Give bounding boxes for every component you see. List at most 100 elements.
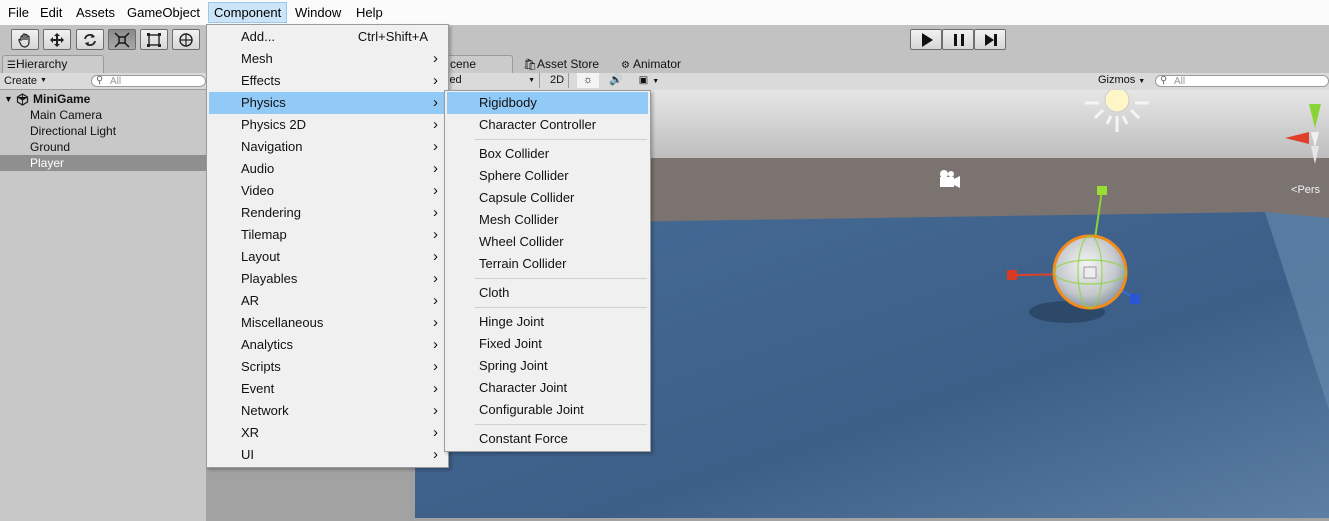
menu-item-configurable-joint[interactable]: Configurable Joint <box>447 399 648 421</box>
scene-root-row[interactable]: ▼ MiniGame <box>0 91 206 107</box>
menu-item-label: Video <box>241 183 275 198</box>
tab-scene[interactable]: cene <box>445 55 513 73</box>
menu-item-video[interactable]: Video › <box>209 180 446 202</box>
lighting-toggle-button[interactable]: ☼ <box>577 73 599 88</box>
menu-item-terrain-collider[interactable]: Terrain Collider <box>447 253 648 275</box>
rect-tool-button[interactable] <box>140 29 168 50</box>
menu-item-constant-force[interactable]: Constant Force <box>447 428 648 450</box>
chevron-right-icon: › <box>433 358 438 375</box>
move-tool-button[interactable] <box>43 29 71 50</box>
menu-item-label: Layout <box>241 249 281 264</box>
list-item-selected[interactable]: Player <box>0 155 206 171</box>
unity-scene-icon <box>16 93 29 106</box>
menu-item-navigation[interactable]: Navigation › <box>209 136 446 158</box>
step-button[interactable] <box>974 29 1006 50</box>
menu-item-label: Navigation <box>241 139 303 154</box>
animator-icon: ⚙ <box>621 60 630 71</box>
list-item[interactable]: Directional Light <box>0 123 206 139</box>
2d-toggle-button[interactable]: 2D <box>546 73 569 88</box>
step-icon <box>985 34 997 46</box>
menu-item-label: Physics 2D <box>241 117 307 132</box>
menu-file[interactable]: File <box>3 3 34 22</box>
menu-item-miscellaneous[interactable]: Miscellaneous › <box>209 312 446 334</box>
menu-edit[interactable]: Edit <box>35 3 67 22</box>
menu-item-cloth[interactable]: Cloth <box>447 282 648 304</box>
menu-item-label: Miscellaneous <box>241 315 324 330</box>
menu-item-box-collider[interactable]: Box Collider <box>447 143 648 165</box>
pause-button[interactable] <box>942 29 974 50</box>
menu-item-physics[interactable]: Physics › <box>209 92 446 114</box>
menu-help[interactable]: Help <box>351 3 388 22</box>
scale-tool-button[interactable] <box>108 29 136 50</box>
menu-gameobject[interactable]: GameObject <box>122 3 205 22</box>
menu-item-physics-2d[interactable]: Physics 2D › <box>209 114 446 136</box>
menu-item-rigidbody[interactable]: Rigidbody <box>447 92 648 114</box>
hierarchy-search-input[interactable]: ⚲ All <box>91 75 206 87</box>
menu-item-mesh-collider[interactable]: Mesh Collider <box>447 209 648 231</box>
chevron-right-icon: › <box>433 248 438 265</box>
sun-icon: ☼ <box>582 74 594 86</box>
menu-item-rendering[interactable]: Rendering › <box>209 202 446 224</box>
menu-item-event[interactable]: Event › <box>209 378 446 400</box>
menu-item-fixed-joint[interactable]: Fixed Joint <box>447 333 648 355</box>
menu-item-label: Rigidbody <box>479 95 537 110</box>
menu-item-sphere-collider[interactable]: Sphere Collider <box>447 165 648 187</box>
scene-search-input[interactable]: ⚲ All <box>1155 75 1329 87</box>
tab-asset-store[interactable]: 🛍Asset Store <box>523 55 599 73</box>
menu-item-spring-joint[interactable]: Spring Joint <box>447 355 648 377</box>
menu-item-audio[interactable]: Audio › <box>209 158 446 180</box>
menu-item-xr[interactable]: XR › <box>209 422 446 444</box>
menu-item-character-joint[interactable]: Character Joint <box>447 377 648 399</box>
menu-item-ui[interactable]: UI › <box>209 444 446 466</box>
menu-item-playables[interactable]: Playables › <box>209 268 446 290</box>
list-item[interactable]: Ground <box>0 139 206 155</box>
menu-item-ar[interactable]: AR › <box>209 290 446 312</box>
effects-dropdown[interactable]: ▣ ▼ <box>633 73 665 88</box>
tab-animator[interactable]: ⚙ Animator <box>621 55 681 73</box>
menu-separator <box>475 139 647 140</box>
tab-scene-label: cene <box>450 57 477 71</box>
chevron-right-icon: › <box>433 72 438 89</box>
move-icon <box>50 33 64 47</box>
menu-item-capsule-collider[interactable]: Capsule Collider <box>447 187 648 209</box>
gizmos-dropdown[interactable]: Gizmos ▼ <box>1095 73 1151 88</box>
menu-item-hinge-joint[interactable]: Hinge Joint <box>447 311 648 333</box>
hierarchy-list: ▼ MiniGame Main Camera Directional Light… <box>0 90 206 521</box>
menu-item-label: Fixed Joint <box>479 336 542 351</box>
menu-item-add[interactable]: Add... Ctrl+Shift+A <box>209 26 446 48</box>
shading-mode-dropdown[interactable]: led ▼ <box>447 73 540 88</box>
persp-label[interactable]: <Pers <box>1291 184 1320 196</box>
menu-item-label: Scripts <box>241 359 281 374</box>
play-button[interactable] <box>910 29 942 50</box>
menu-item-label: XR <box>241 425 260 440</box>
menu-item-analytics[interactable]: Analytics › <box>209 334 446 356</box>
2d-label: 2D <box>549 74 565 86</box>
menu-item-character-controller[interactable]: Character Controller <box>447 114 648 136</box>
search-icon: ⚲ <box>1160 75 1168 86</box>
menu-item-effects[interactable]: Effects › <box>209 70 446 92</box>
tab-hierarchy[interactable]: ☰Hierarchy <box>2 55 104 73</box>
menu-assets[interactable]: Assets <box>71 3 120 22</box>
menu-item-network[interactable]: Network › <box>209 400 446 422</box>
menu-component[interactable]: Component <box>208 2 288 23</box>
menu-item-scripts[interactable]: Scripts › <box>209 356 446 378</box>
chevron-right-icon: › <box>433 424 438 441</box>
menu-item-wheel-collider[interactable]: Wheel Collider <box>447 231 648 253</box>
search-icon: ⚲ <box>96 75 104 86</box>
physics-submenu: Rigidbody Character Controller Box Collide… <box>444 90 651 452</box>
audio-toggle-button[interactable]: 🔊 <box>605 73 627 88</box>
menu-item-layout[interactable]: Layout › <box>209 246 446 268</box>
list-item-label: Ground <box>30 140 71 154</box>
rotate-tool-button[interactable] <box>76 29 104 50</box>
menu-item-tilemap[interactable]: Tilemap › <box>209 224 446 246</box>
menu-item-mesh[interactable]: Mesh › <box>209 48 446 70</box>
chevron-right-icon: › <box>433 336 438 353</box>
gizmos-label: Gizmos <box>1098 74 1136 86</box>
dropdown-arrow-icon: ▼ <box>528 77 535 84</box>
hand-tool-button[interactable] <box>11 29 39 50</box>
create-dropdown[interactable]: Create ▼ <box>4 73 54 88</box>
menu-window[interactable]: Window <box>290 3 346 22</box>
shortcut-label: Ctrl+Shift+A <box>357 29 428 44</box>
transform-tool-button[interactable] <box>172 29 200 50</box>
list-item[interactable]: Main Camera <box>0 107 206 123</box>
